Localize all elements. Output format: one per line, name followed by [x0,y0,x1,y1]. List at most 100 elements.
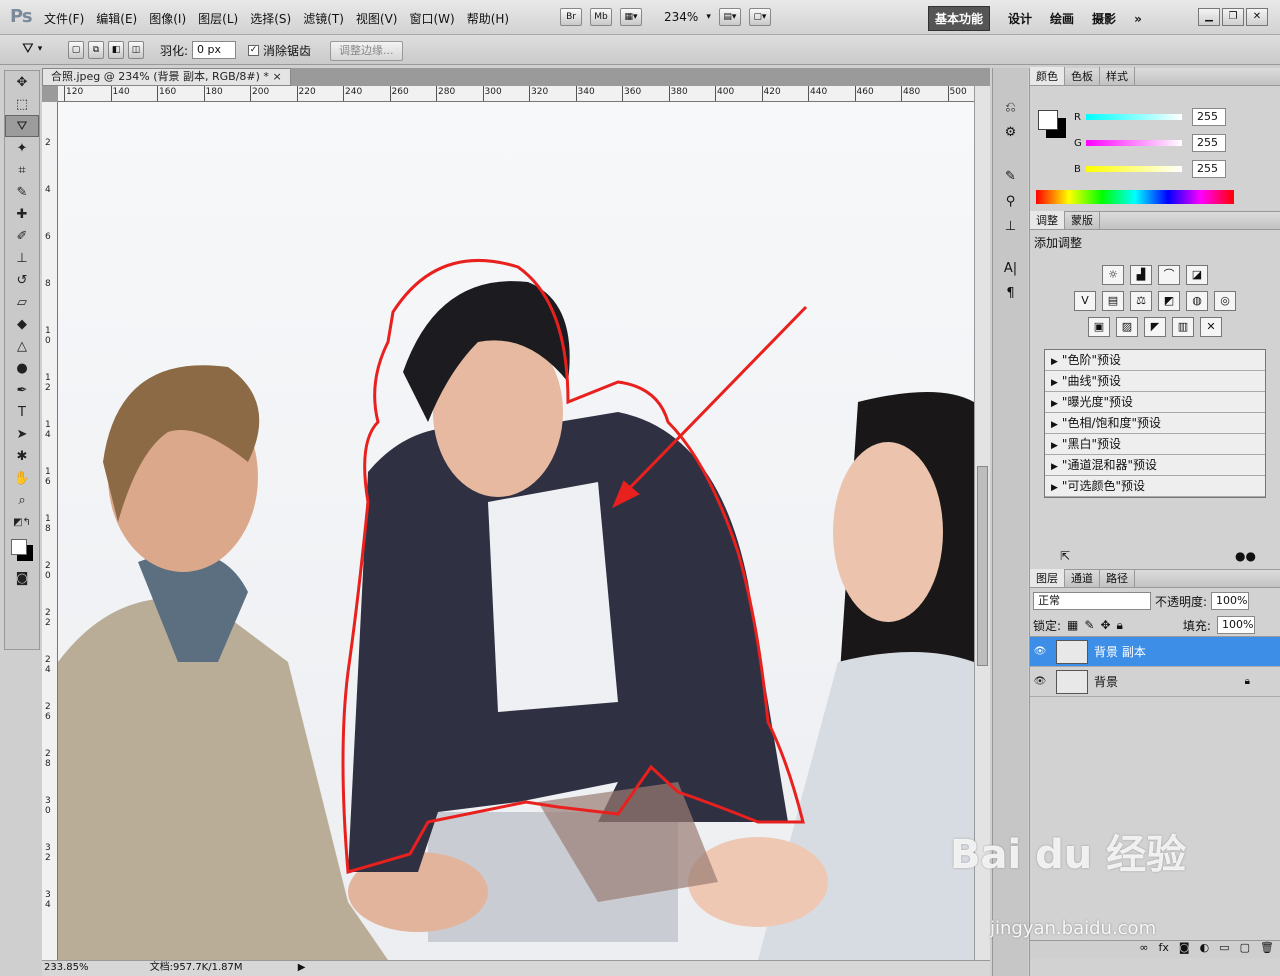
clone-stamp-tool-icon[interactable]: ⊥ [5,247,39,269]
preset-item[interactable]: ▶ "黑白"预设 [1045,434,1265,455]
channel-mixer-icon[interactable]: ◎ [1214,291,1236,311]
fg-bg-swatch[interactable] [1036,108,1068,140]
subtract-selection-icon[interactable]: ◧ [108,41,124,59]
shape-tool-icon[interactable]: ✱ [5,445,39,467]
menu-item-8[interactable]: 帮助(H) [467,10,509,27]
workspace-painting[interactable]: 绘画 [1050,10,1074,27]
menu-item-4[interactable]: 选择(S) [250,10,291,27]
posterize-icon[interactable]: ▨ [1116,317,1138,337]
document-tab[interactable]: 合照.jpeg @ 234% (背景 副本, RGB/8#) * × [42,68,291,86]
lock-transparent-icon[interactable]: ▦ [1067,618,1078,632]
paint-bucket-tool-icon[interactable]: ◆ [5,313,39,335]
menu-item-3[interactable]: 图层(L) [198,10,238,27]
swap-colors-icon[interactable]: ◩↰ [5,511,39,533]
tab-paths[interactable]: 路径 [1100,569,1135,587]
vibrance-icon[interactable]: V [1074,291,1096,311]
layer-name[interactable]: 背景 副本 [1094,643,1146,660]
red-slider[interactable] [1086,114,1182,120]
tool-preset-picker[interactable]: ⛛ ▾ [22,41,42,57]
threshold-icon[interactable]: ◤ [1144,317,1166,337]
path-selection-tool-icon[interactable]: ➤ [5,423,39,445]
history-brush-tool-icon[interactable]: ↺ [5,269,39,291]
status-arrow-icon[interactable]: ▶ [298,962,306,973]
tab-swatches[interactable]: 色板 [1065,67,1100,85]
preset-item[interactable]: ▶ "可选颜色"预设 [1045,476,1265,497]
tab-color[interactable]: 颜色 [1030,67,1065,85]
group-icon[interactable]: ▭ [1219,941,1229,958]
delete-layer-icon[interactable]: 🗑︎ [1260,941,1274,958]
curves-icon[interactable]: ⌒ [1158,265,1180,285]
photo-filter-icon[interactable]: ◍ [1186,291,1208,311]
status-zoom[interactable]: 233.85% [44,962,89,973]
paragraph-panel-icon[interactable]: ¶ [996,282,1026,304]
clone-source-icon[interactable]: ⚲ [996,190,1026,212]
workspace-more[interactable]: » [1134,12,1142,26]
restore-button[interactable]: ❐ [1222,8,1244,26]
menu-item-1[interactable]: 编辑(E) [96,10,137,27]
tab-channels[interactable]: 通道 [1065,569,1100,587]
intersect-selection-icon[interactable]: ◫ [128,41,144,59]
new-layer-icon[interactable]: ▢ [1240,941,1250,958]
expand-triangle-icon[interactable]: ▶ [1051,441,1058,451]
blur-tool-icon[interactable]: △ [5,335,39,357]
new-selection-icon[interactable]: ▢ [68,41,84,59]
actions-panel-icon[interactable]: ⚙ [996,121,1026,143]
close-button[interactable]: ✕ [1246,8,1268,26]
expand-triangle-icon[interactable]: ▶ [1051,357,1058,367]
tab-styles[interactable]: 样式 [1100,67,1135,85]
add-selection-icon[interactable]: ⧉ [88,41,104,59]
scroll-thumb[interactable] [977,466,988,666]
menu-item-7[interactable]: 窗口(W) [409,10,454,27]
workspace-photography[interactable]: 摄影 [1092,10,1116,27]
status-doc-size[interactable]: 文档:957.7K/1.87M [150,962,243,973]
brightness-icon[interactable]: ☼ [1102,265,1124,285]
lasso-tool-icon[interactable]: ⛛ [5,115,39,137]
zoom-level[interactable]: 234% [664,10,698,24]
character-panel-icon[interactable]: A| [996,257,1026,279]
green-value[interactable]: 255 [1192,134,1226,152]
expand-triangle-icon[interactable]: ▶ [1051,378,1058,388]
type-tool-icon[interactable]: T [5,401,39,423]
antialias-checkbox[interactable]: ✓ [248,44,260,56]
preset-item[interactable]: ▶ "曲线"预设 [1045,371,1265,392]
horizontal-ruler[interactable]: 120 140 160 180 200 220 240 260 280 300 320 340 360 3… [58,86,974,102]
preset-item[interactable]: ▶ "曝光度"预设 [1045,392,1265,413]
eraser-tool-icon[interactable]: ▱ [5,291,39,313]
green-slider[interactable] [1086,140,1182,146]
screen-mode-button[interactable]: ▢▾ [748,8,771,26]
move-tool-icon[interactable]: ✥ [5,71,39,93]
expand-triangle-icon[interactable]: ▶ [1051,462,1058,472]
layer-mask-icon[interactable]: ◙ [1179,941,1190,958]
red-value[interactable]: 255 [1192,108,1226,126]
marquee-tool-icon[interactable]: ⬚ [5,93,39,115]
magic-wand-tool-icon[interactable]: ✦ [5,137,39,159]
lock-all-icon[interactable]: 🔒︎ [1117,618,1123,633]
pen-tool-icon[interactable]: ✒ [5,379,39,401]
menu-item-0[interactable]: 文件(F) [44,10,84,27]
menu-item-6[interactable]: 视图(V) [356,10,398,27]
dodge-tool-icon[interactable]: ● [5,357,39,379]
crop-tool-icon[interactable]: ⌗ [5,159,39,181]
blue-slider[interactable] [1086,166,1182,172]
workspace-essentials[interactable]: 基本功能 [928,6,991,31]
black-white-icon[interactable]: ◩ [1158,291,1180,311]
gradient-map-icon[interactable]: ▥ [1172,317,1194,337]
blue-value[interactable]: 255 [1192,160,1226,178]
hue-saturation-icon[interactable]: ▤ [1102,291,1124,311]
adjustment-layer-icon[interactable]: ◐ [1200,941,1210,958]
blend-mode-select[interactable]: 正常 [1033,592,1151,610]
lock-position-icon[interactable]: ✥ [1100,618,1110,632]
layer-row[interactable]: 👁︎ 背景 副本 [1030,637,1280,667]
image-canvas[interactable] [58,102,974,960]
refine-edge-button[interactable]: 调整边缘... [330,41,403,61]
tab-adjustments[interactable]: 调整 [1030,211,1065,229]
expand-triangle-icon[interactable]: ▶ [1051,420,1058,430]
preset-item[interactable]: ▶ "色阶"预设 [1045,350,1265,371]
exposure-icon[interactable]: ◪ [1186,265,1208,285]
brush-panel-icon[interactable]: ✎ [996,165,1026,187]
mini-bridge-button[interactable]: Mb [590,8,612,26]
history-panel-icon[interactable]: ⎌ [996,96,1026,118]
invert-icon[interactable]: ▣ [1088,317,1110,337]
healing-brush-tool-icon[interactable]: ✚ [5,203,39,225]
view-extras-button[interactable]: ▦▾ [620,8,642,26]
